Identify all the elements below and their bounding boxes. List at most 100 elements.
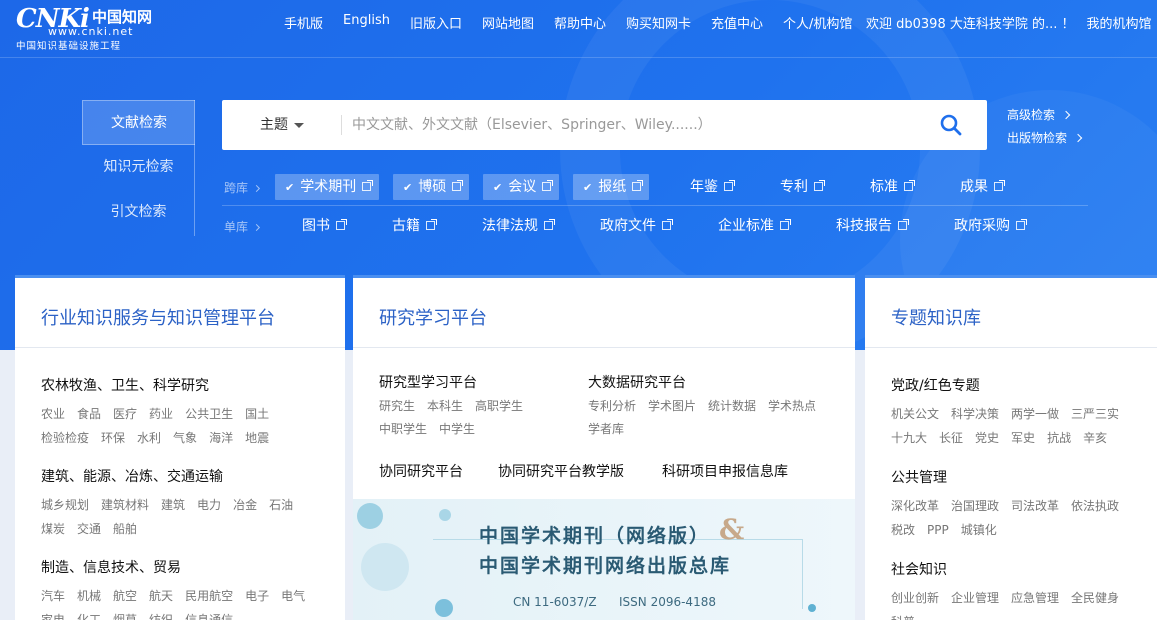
tag-link[interactable]: 海洋 [209, 426, 233, 450]
search-input[interactable] [352, 110, 912, 140]
db-enterprise-standard-link[interactable]: 企业标准 [718, 213, 791, 239]
card-title[interactable]: 研究学习平台 [379, 304, 487, 330]
tag-link[interactable]: 全民健身 [1071, 586, 1119, 610]
tag-link[interactable]: 水利 [137, 426, 161, 450]
section-title[interactable]: 党政/红色专题 [891, 375, 1153, 395]
section-title[interactable]: 公共管理 [891, 467, 1153, 487]
tag-link[interactable]: 煤炭 [41, 517, 65, 541]
tag-link[interactable]: 城镇化 [961, 518, 997, 542]
tag-link[interactable]: 治国理政 [951, 494, 999, 518]
tag-link[interactable]: 石油 [269, 493, 293, 517]
collab-teaching-link[interactable]: 协同研究平台教学版 [498, 461, 624, 481]
tag-link[interactable]: 建筑材料 [101, 493, 149, 517]
tag-link[interactable]: 化工 [77, 608, 101, 620]
db-books-link[interactable]: 图书 [302, 213, 347, 239]
db-patent-link[interactable]: 专利 [780, 174, 825, 200]
tag-link[interactable]: 党史 [975, 426, 999, 450]
tag-link[interactable]: 两学一做 [1011, 402, 1059, 426]
tag-link[interactable]: 中学生 [439, 418, 475, 441]
tag-link[interactable]: 学者库 [588, 418, 624, 441]
tag-link[interactable]: 三严三实 [1071, 402, 1119, 426]
research-learning-platform-link[interactable]: 研究型学习平台 [379, 372, 477, 392]
tag-link[interactable]: 深化改革 [891, 494, 939, 518]
tag-link[interactable]: 航空 [113, 584, 137, 608]
tag-link[interactable]: 电子 [245, 584, 269, 608]
tag-link[interactable]: 食品 [77, 402, 101, 426]
tag-link[interactable]: 学术图片 [648, 395, 696, 418]
cnki-logo[interactable]: CNKi 中国知网 www.cnki.net 中国知识基础设施工程 [16, 4, 166, 52]
nav-sitemap[interactable]: 网站地图 [482, 13, 534, 33]
tag-link[interactable]: 司法改革 [1011, 494, 1059, 518]
tag-link[interactable]: 创业创新 [891, 586, 939, 610]
tag-link[interactable]: 本科生 [427, 395, 463, 418]
tag-link[interactable]: 气象 [173, 426, 197, 450]
tag-link[interactable]: 辛亥 [1083, 426, 1107, 450]
tag-link[interactable]: 科学决策 [951, 402, 999, 426]
journal-promo-banner[interactable]: 中国学术期刊（网络版） & 中国学术期刊网络出版总库 CN 11-6037/Z … [353, 499, 855, 620]
nav-buy-card[interactable]: 购买知网卡 [626, 13, 691, 33]
tag-link[interactable]: 企业管理 [951, 586, 999, 610]
tag-link[interactable]: 建筑 [161, 493, 185, 517]
nav-recharge[interactable]: 充值中心 [711, 13, 763, 33]
tag-link[interactable]: 高职学生 [475, 395, 523, 418]
db-thesis-checkbox[interactable]: ✔ 博硕 [393, 174, 470, 200]
card-title[interactable]: 专题知识库 [891, 304, 981, 330]
nav-help[interactable]: 帮助中心 [554, 13, 606, 33]
tag-link[interactable]: 电力 [197, 493, 221, 517]
collab-platform-link[interactable]: 协同研究平台 [379, 461, 463, 481]
tag-link[interactable]: 公共卫生 [185, 402, 233, 426]
section-title[interactable]: 建筑、能源、冶炼、交通运输 [41, 466, 331, 486]
nav-mobile[interactable]: 手机版 [284, 13, 323, 33]
db-journal-checkbox[interactable]: ✔ 学术期刊 [275, 174, 380, 200]
tag-link[interactable]: 电气 [281, 584, 305, 608]
tab-knowledge-search[interactable]: 知识元检索 [82, 145, 195, 190]
card-title[interactable]: 行业知识服务与知识管理平台 [41, 304, 275, 330]
db-gov-procurement-link[interactable]: 政府采购 [954, 213, 1027, 239]
search-field-select[interactable]: 主题 [260, 100, 304, 150]
tag-link[interactable]: 汽车 [41, 584, 65, 608]
advanced-search-link[interactable]: 高级检索 [1007, 106, 1081, 129]
tag-link[interactable]: 药业 [149, 402, 173, 426]
tag-link[interactable]: 统计数据 [708, 395, 756, 418]
tag-link[interactable]: 农业 [41, 402, 65, 426]
search-icon[interactable] [938, 112, 964, 138]
nav-old-version[interactable]: 旧版入口 [410, 13, 462, 33]
tag-link[interactable]: 十九大 [891, 426, 927, 450]
tag-link[interactable]: 冶金 [233, 493, 257, 517]
tag-link[interactable]: 依法执政 [1071, 494, 1119, 518]
tag-link[interactable]: 船舶 [113, 517, 137, 541]
tag-link[interactable]: 机关公文 [891, 402, 939, 426]
section-title[interactable]: 社会知识 [891, 559, 1153, 579]
tag-link[interactable]: 科普 [891, 610, 915, 620]
tag-link[interactable]: 环保 [101, 426, 125, 450]
tag-link[interactable]: 纺织 [149, 608, 173, 620]
db-standard-link[interactable]: 标准 [870, 174, 915, 200]
tag-link[interactable]: 中职学生 [379, 418, 427, 441]
my-library-link[interactable]: 我的机构馆 [1087, 13, 1152, 32]
db-conference-checkbox[interactable]: ✔ 会议 [483, 174, 560, 200]
tag-link[interactable]: 研究生 [379, 395, 415, 418]
section-title[interactable]: 制造、信息技术、贸易 [41, 557, 331, 577]
tag-link[interactable]: 检验检疫 [41, 426, 89, 450]
welcome-text[interactable]: 欢迎 db0398 大连科技学院 的... ！ [866, 13, 1075, 32]
publication-search-link[interactable]: 出版物检索 [1007, 129, 1083, 152]
tag-link[interactable]: 国土 [245, 402, 269, 426]
project-application-link[interactable]: 科研项目申报信息库 [662, 461, 788, 481]
tag-link[interactable]: 专利分析 [588, 395, 636, 418]
tag-link[interactable]: 抗战 [1047, 426, 1071, 450]
tag-link[interactable]: 烟草 [113, 608, 137, 620]
section-title[interactable]: 农林牧渔、卫生、科学研究 [41, 375, 331, 395]
tag-link[interactable]: PPP [927, 518, 949, 542]
tag-link[interactable]: 税改 [891, 518, 915, 542]
tag-link[interactable]: 军史 [1011, 426, 1035, 450]
nav-personal-institution[interactable]: 个人/机构馆 [783, 13, 852, 33]
tag-link[interactable]: 民用航空 [185, 584, 233, 608]
bigdata-platform-link[interactable]: 大数据研究平台 [588, 372, 686, 392]
tag-link[interactable]: 家电 [41, 608, 65, 620]
db-ancient-books-link[interactable]: 古籍 [392, 213, 437, 239]
db-newspaper-checkbox[interactable]: ✔ 报纸 [573, 174, 650, 200]
tag-link[interactable]: 航天 [149, 584, 173, 608]
tag-link[interactable]: 应急管理 [1011, 586, 1059, 610]
tag-link[interactable]: 长征 [939, 426, 963, 450]
tag-link[interactable]: 医疗 [113, 402, 137, 426]
